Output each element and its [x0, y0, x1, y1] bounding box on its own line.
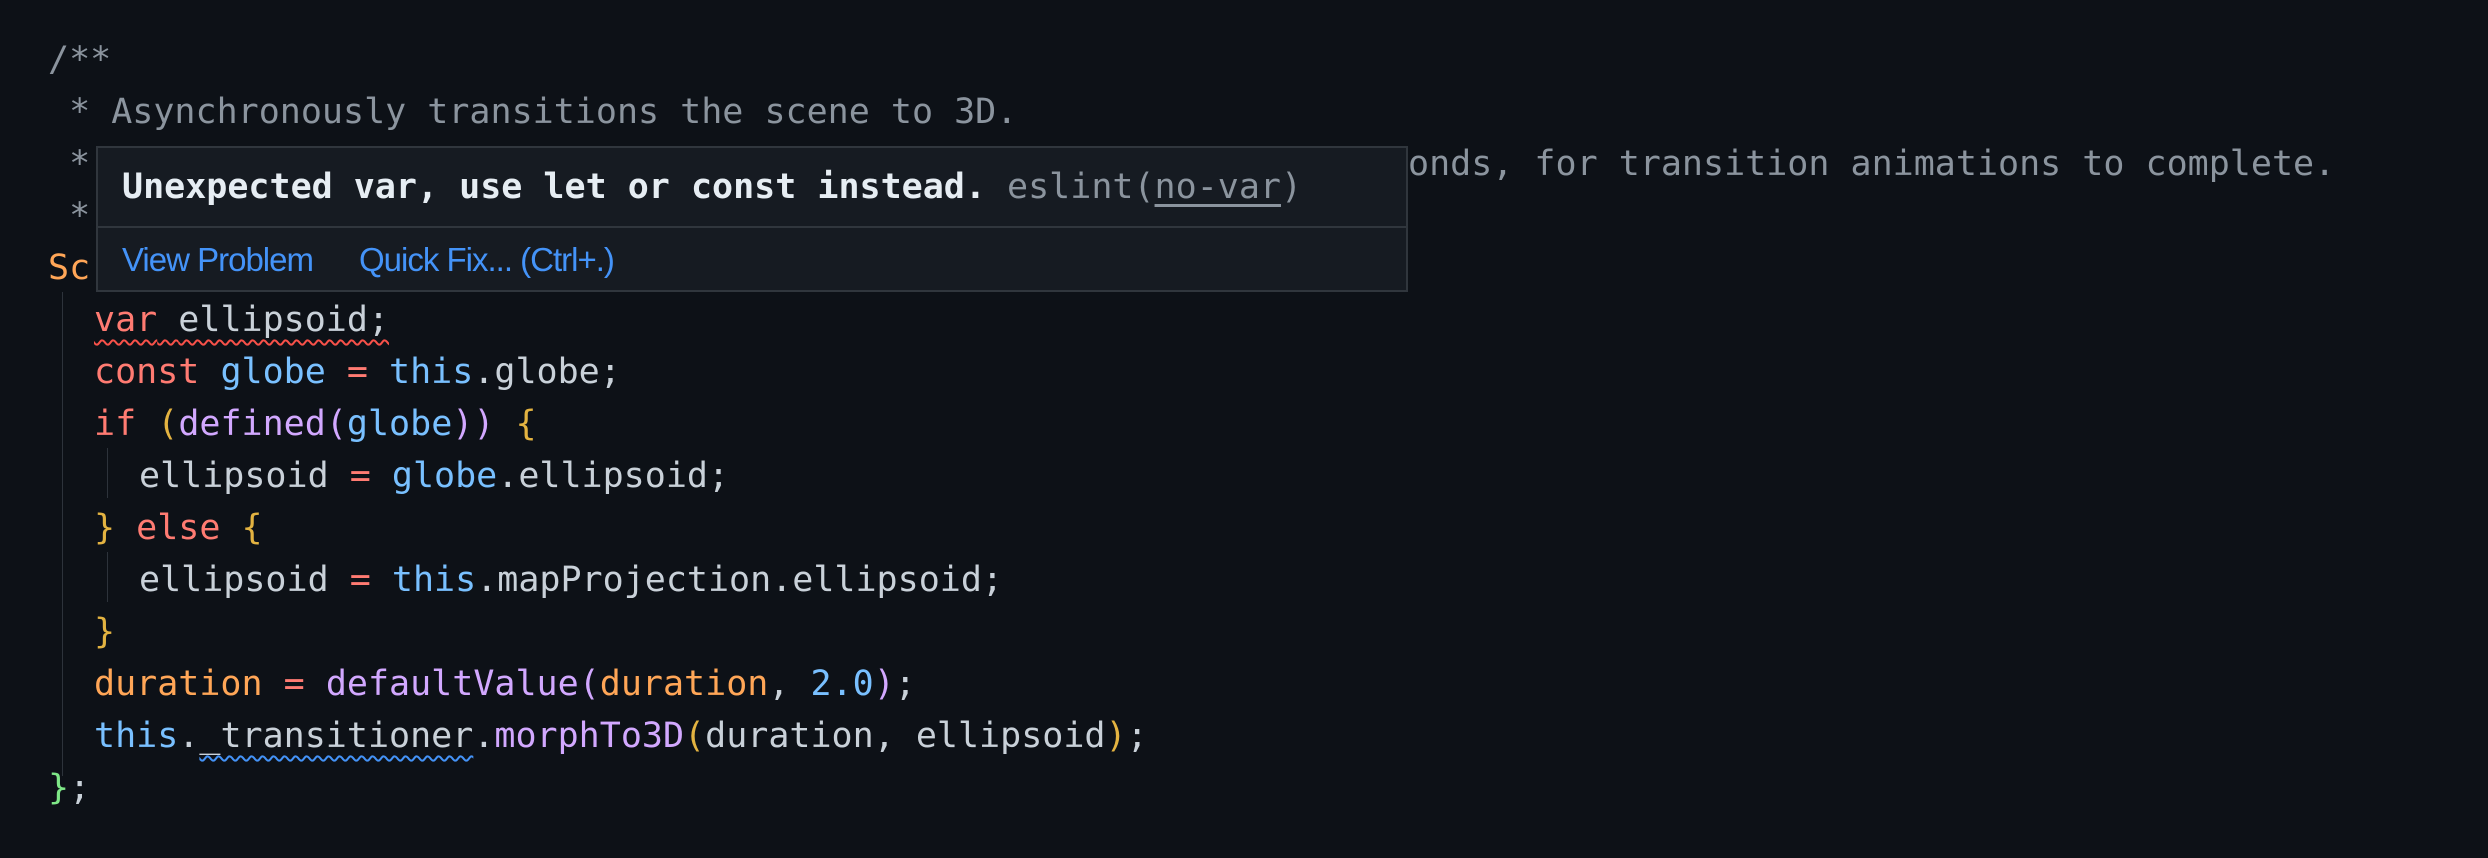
popup-divider	[98, 226, 1406, 228]
code-line-5: Sc	[48, 248, 91, 288]
code-line-6: var ellipsoid;	[94, 294, 389, 346]
view-problem-link[interactable]: View Problem	[122, 241, 314, 278]
code-line-1: /**	[48, 40, 112, 80]
code-line-13: duration = defaultValue(duration, 2.0);	[94, 664, 916, 704]
diagnostic-source: eslint(no-var)	[1007, 167, 1303, 207]
code-line-11: ellipsoid = this.mapProjection.ellipsoid…	[139, 560, 1003, 600]
code-line-15: };	[48, 768, 91, 808]
code-line-4: *	[48, 196, 91, 236]
code-editor[interactable]: /** * Asynchronously transitions the sce…	[0, 0, 2488, 858]
rule-code-link[interactable]: no-var	[1155, 167, 1281, 207]
indent-guide	[107, 552, 108, 602]
code-line-7: const globe = this.globe;	[94, 352, 621, 392]
code-line-12: }	[94, 612, 116, 652]
code-line-3: *	[48, 144, 91, 184]
info-underline[interactable]: _transitioner	[199, 716, 473, 756]
code-line-2: * Asynchronously transitions the scene t…	[48, 92, 1018, 132]
diagnostic-hover-popup: Unexpected var, use let or const instead…	[96, 146, 1408, 292]
indent-guide	[62, 292, 63, 776]
code-line-14: this._transitioner.morphTo3D(duration, e…	[94, 716, 1148, 756]
code-line-9: ellipsoid = globe.ellipsoid;	[139, 456, 730, 496]
indent-guide	[107, 448, 108, 498]
code-line-10: } else {	[94, 508, 263, 548]
popup-actions: View Problem Quick Fix... (Ctrl+.)	[122, 234, 615, 286]
eslint-error-underline[interactable]: var ellipsoid;	[94, 300, 389, 340]
quick-fix-link[interactable]: Quick Fix... (Ctrl+.)	[359, 241, 615, 278]
code-line-3-visible-tail: onds, for transition animations to compl…	[1408, 144, 2336, 184]
code-line-8: if (defined(globe)) {	[94, 404, 537, 444]
diagnostic-message: Unexpected var, use let or const instead…	[122, 167, 1303, 207]
